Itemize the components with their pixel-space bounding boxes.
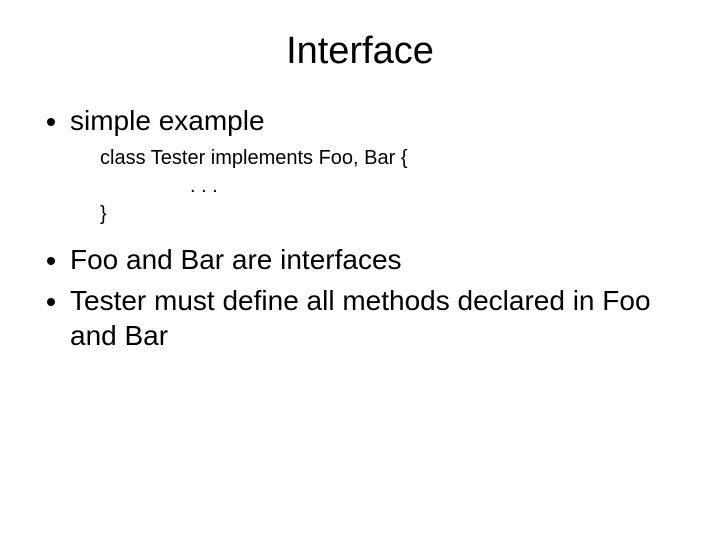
code-block: class Tester implements Foo, Bar { . . .… (100, 144, 690, 228)
slide-title: Interface (30, 30, 690, 73)
slide: Interface simple example class Tester im… (0, 0, 720, 540)
code-line-2: . . . (100, 172, 690, 200)
bullet-text-2: Foo and Bar are interfaces (70, 244, 402, 275)
bullet-item-2: Foo and Bar are interfaces (70, 242, 690, 277)
bullet-text-3: Tester must define all methods declared … (70, 285, 651, 351)
bullet-item-3: Tester must define all methods declared … (70, 283, 690, 353)
bullet-text-1: simple example (70, 105, 265, 136)
bullet-list: simple example class Tester implements F… (30, 103, 690, 353)
code-line-1: class Tester implements Foo, Bar { (100, 144, 690, 172)
code-line-3: } (100, 200, 690, 228)
bullet-item-1: simple example class Tester implements F… (70, 103, 690, 228)
